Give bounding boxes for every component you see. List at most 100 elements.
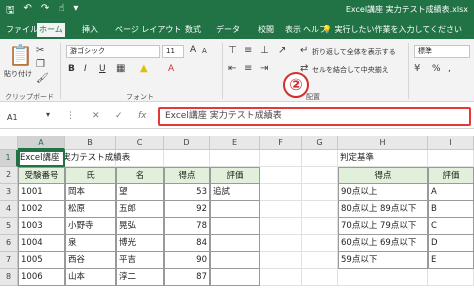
table-data-cell[interactable] <box>210 218 260 235</box>
table-data-cell[interactable]: 博光 <box>116 235 164 252</box>
cell[interactable] <box>260 167 302 184</box>
table-data-cell[interactable]: 78 <box>164 218 210 235</box>
comma-button[interactable]: , <box>448 64 451 74</box>
table-data-cell[interactable]: 1001 <box>18 184 65 201</box>
align-top-icon[interactable]: ⊤ <box>228 45 237 57</box>
row-header-5[interactable]: 5 <box>0 218 18 235</box>
table-header-cell[interactable]: 評価 <box>210 167 260 184</box>
cell[interactable] <box>260 218 302 235</box>
table-data-cell[interactable]: 泉 <box>65 235 116 252</box>
shrink-font-button[interactable]: A <box>202 47 207 55</box>
cell[interactable] <box>260 269 302 286</box>
table-data-cell[interactable]: 晃弘 <box>116 218 164 235</box>
table-data-cell[interactable] <box>210 252 260 269</box>
table-data-cell[interactable]: 1002 <box>18 201 65 218</box>
insert-function-button[interactable]: fx <box>138 111 147 121</box>
undo-icon[interactable]: ↶ <box>24 3 32 20</box>
row-header-1[interactable]: 1 <box>0 150 18 167</box>
tab-home[interactable]: ホーム <box>37 23 65 39</box>
table-data-cell[interactable]: 84 <box>164 235 210 252</box>
criteria-data-cell[interactable]: 80点以上 89点以下 <box>338 201 428 218</box>
redo-icon[interactable]: ↷ <box>41 3 49 20</box>
currency-icon[interactable]: ¥ <box>414 63 420 75</box>
row-header-6[interactable]: 6 <box>0 235 18 252</box>
table-data-cell[interactable]: 小野寺 <box>65 218 116 235</box>
cell[interactable] <box>338 269 428 286</box>
align-right-icon[interactable]: ⇥ <box>260 63 268 75</box>
tab-review[interactable]: 校閲 <box>256 23 276 39</box>
touch-mode-icon[interactable]: ☝ <box>58 3 64 20</box>
criteria-data-cell[interactable]: 70点以上 79点以下 <box>338 218 428 235</box>
select-all-corner[interactable] <box>0 136 18 150</box>
align-center-icon[interactable]: ≡ <box>244 63 252 75</box>
column-header-F[interactable]: F <box>260 136 302 150</box>
table-data-cell[interactable]: 淳二 <box>116 269 164 286</box>
fill-color-icon[interactable]: ▲ <box>140 63 148 75</box>
table-data-cell[interactable]: 92 <box>164 201 210 218</box>
cell[interactable] <box>302 235 338 252</box>
orientation-icon[interactable]: ↗ <box>278 45 286 57</box>
criteria-data-cell[interactable]: A <box>428 184 474 201</box>
column-header-I[interactable]: I <box>428 136 474 150</box>
font-size-select[interactable]: 11 <box>162 45 184 58</box>
cell[interactable] <box>302 218 338 235</box>
criteria-header-cell[interactable]: 評価 <box>428 167 474 184</box>
table-data-cell[interactable]: 五郎 <box>116 201 164 218</box>
column-header-B[interactable]: B <box>65 136 116 150</box>
column-header-C[interactable]: C <box>116 136 164 150</box>
table-data-cell[interactable]: 87 <box>164 269 210 286</box>
name-box-dropdown-icon[interactable]: ▾ <box>46 109 50 121</box>
table-data-cell[interactable]: 平吉 <box>116 252 164 269</box>
cell[interactable] <box>302 150 338 167</box>
enter-icon[interactable]: ✓ <box>115 111 123 121</box>
table-data-cell[interactable]: 追試 <box>210 184 260 201</box>
cell[interactable] <box>260 252 302 269</box>
font-name-select[interactable]: 游ゴシック <box>66 45 160 58</box>
align-left-icon[interactable]: ⇤ <box>228 63 236 75</box>
table-data-cell[interactable]: 岡本 <box>65 184 116 201</box>
cell[interactable] <box>260 201 302 218</box>
cell[interactable] <box>260 235 302 252</box>
italic-button[interactable]: I <box>84 64 87 74</box>
font-color-button[interactable]: A <box>168 64 174 74</box>
criteria-data-cell[interactable]: B <box>428 201 474 218</box>
align-bottom-icon[interactable]: ⊥ <box>260 45 269 57</box>
table-data-cell[interactable] <box>210 201 260 218</box>
cell[interactable] <box>210 150 260 167</box>
column-header-D[interactable]: D <box>164 136 210 150</box>
align-middle-icon[interactable]: ≡ <box>244 45 252 57</box>
customize-icon[interactable]: ▾ <box>73 3 78 20</box>
criteria-data-cell[interactable]: C <box>428 218 474 235</box>
table-data-cell[interactable] <box>210 235 260 252</box>
table-header-cell[interactable]: 氏 <box>65 167 116 184</box>
cell[interactable] <box>428 150 474 167</box>
criteria-data-cell[interactable]: 59点以下 <box>338 252 428 269</box>
cell[interactable] <box>164 150 210 167</box>
number-format-select[interactable]: 標準 <box>414 45 470 58</box>
tab-view[interactable]: 表示 <box>283 23 303 39</box>
tab-insert[interactable]: 挿入 <box>80 23 100 39</box>
tab-formulas[interactable]: 数式 <box>183 23 203 39</box>
tab-data[interactable]: データ <box>214 23 242 39</box>
paste-icon[interactable]: 📋 <box>8 44 33 66</box>
cell[interactable] <box>260 184 302 201</box>
criteria-header-cell[interactable]: 得点 <box>338 167 428 184</box>
row-header-4[interactable]: 4 <box>0 201 18 218</box>
criteria-data-cell[interactable]: D <box>428 235 474 252</box>
table-data-cell[interactable]: 1003 <box>18 218 65 235</box>
criteria-data-cell[interactable]: 90点以上 <box>338 184 428 201</box>
cut-icon[interactable]: ✂ <box>36 45 44 57</box>
paste-button[interactable]: 貼り付け <box>4 69 32 79</box>
table-data-cell[interactable]: 1005 <box>18 252 65 269</box>
tab-file[interactable]: ファイル <box>4 23 40 39</box>
border-icon[interactable]: ▦ <box>116 63 125 75</box>
grow-font-button[interactable]: A <box>190 45 196 55</box>
cell[interactable] <box>302 167 338 184</box>
cell[interactable] <box>302 184 338 201</box>
table-header-cell[interactable]: 得点 <box>164 167 210 184</box>
table-data-cell[interactable]: 望 <box>116 184 164 201</box>
tab-page-layout[interactable]: ページ レイアウト <box>113 23 183 39</box>
table-data-cell[interactable]: 1006 <box>18 269 65 286</box>
criteria-data-cell[interactable]: 60点以上 69点以下 <box>338 235 428 252</box>
table-data-cell[interactable] <box>210 269 260 286</box>
